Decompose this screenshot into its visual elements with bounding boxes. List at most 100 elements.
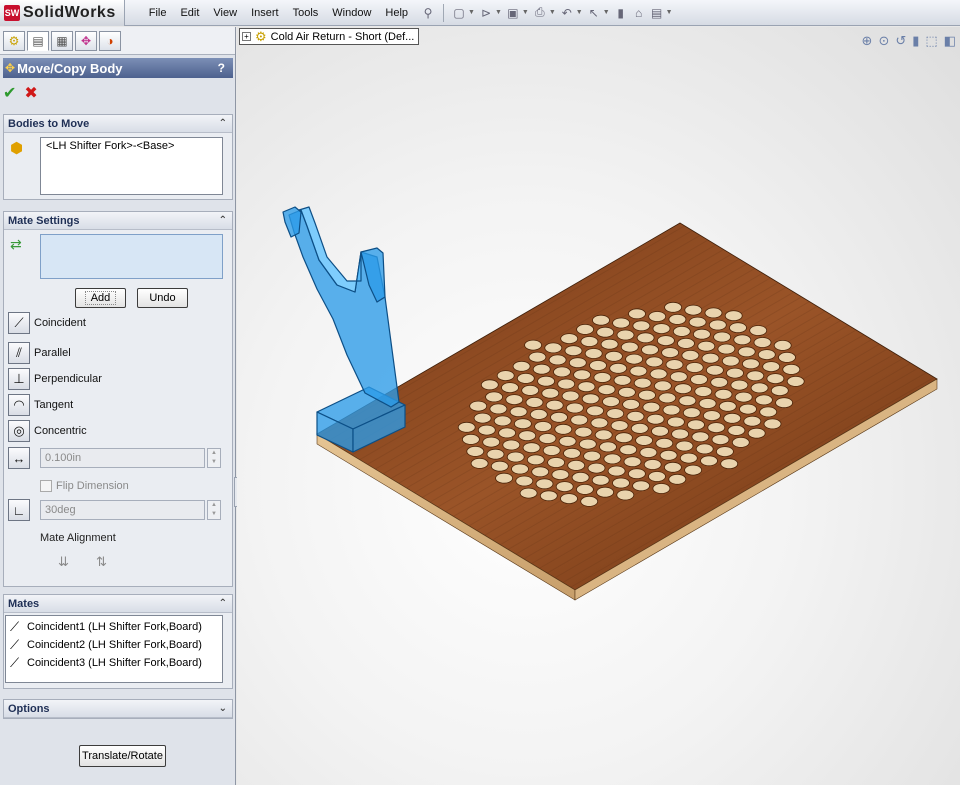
board-hole (681, 349, 700, 361)
angle-input[interactable]: 30deg (40, 500, 205, 520)
mate-selections-box[interactable] (40, 234, 223, 279)
tree-root-label[interactable]: Cold Air Return - Short (Def... (271, 31, 415, 43)
collapse-chevron-icon[interactable]: ⌃ (219, 118, 227, 129)
menu-file[interactable]: File (139, 7, 174, 19)
print-dropdown-arrow[interactable]: ▼ (549, 9, 556, 16)
board-hole (581, 393, 600, 405)
spin-up-icon[interactable]: ▲ (208, 449, 220, 458)
previous-view-icon[interactable]: ↺ (895, 33, 906, 49)
dimxpert-tab[interactable]: ✥ (75, 30, 97, 51)
spin-down-icon[interactable]: ▼ (208, 458, 220, 467)
perpendicular-icon[interactable]: ⊥ (8, 368, 30, 390)
bodies-to-move-header[interactable]: Bodies to Move ⌃ (4, 115, 232, 133)
board-hole (542, 445, 561, 456)
list-item[interactable]: ⟋ Coincident1 (LH Shifter Fork,Board) (10, 618, 218, 636)
board-hole (729, 322, 747, 334)
board-hole (627, 468, 646, 480)
solidworks-logo[interactable]: SW SolidWorks (0, 0, 125, 26)
angle-spinner[interactable]: ▲ ▼ (207, 500, 221, 520)
feature-tree-flyout[interactable]: + ⚙ Cold Air Return - Short (Def... (239, 28, 420, 45)
section-view-icon[interactable]: ▮ (912, 33, 919, 49)
list-item[interactable]: ⟋ Coincident2 (LH Shifter Fork,Board) (10, 636, 218, 654)
help-button[interactable]: ? (218, 61, 225, 75)
distance-input[interactable]: 0.100in (40, 448, 205, 468)
translate-rotate-button[interactable]: Translate/Rotate (79, 745, 166, 767)
graphics-area[interactable]: + ⚙ Cold Air Return - Short (Def... ⊕ ⊙ … (237, 27, 960, 785)
perpendicular-option[interactable]: ⊥ Perpendicular (8, 368, 102, 390)
undo-button[interactable]: Undo (137, 288, 188, 308)
menu-window[interactable]: Window (325, 7, 378, 19)
concentric-icon[interactable]: ◎ (8, 420, 30, 442)
open-icon[interactable]: ⊳ (479, 6, 493, 20)
parallel-icon[interactable]: ⫽ (8, 342, 30, 364)
undo-dropdown-arrow[interactable]: ▼ (576, 9, 583, 16)
angle-icon[interactable]: ∟ (8, 499, 30, 521)
board-hole (568, 357, 587, 369)
zoom-to-fit-icon[interactable]: ⊕ (862, 33, 873, 49)
tangent-icon[interactable]: ◠ (8, 394, 30, 416)
list-item[interactable]: ⟋ Coincident3 (LH Shifter Fork,Board) (10, 654, 218, 672)
new-dropdown-arrow[interactable]: ▼ (468, 9, 475, 16)
flip-dimension-row[interactable]: Flip Dimension (40, 480, 129, 492)
display-style-icon[interactable]: ◧ (944, 33, 956, 49)
view-orientation-icon[interactable]: ⬚ (925, 33, 937, 49)
configuration-manager-tab[interactable]: ▦ (51, 30, 73, 51)
menu-edit[interactable]: Edit (173, 7, 206, 19)
expand-chevron-icon[interactable]: ⌄ (219, 703, 227, 714)
wooden-board[interactable] (316, 222, 938, 601)
concentric-option[interactable]: ◎ Concentric (8, 420, 87, 442)
collapse-chevron-icon[interactable]: ⌃ (219, 215, 227, 226)
bodies-selection-box[interactable]: <LH Shifter Fork>-<Base> (40, 137, 223, 195)
feature-manager-tab[interactable]: ⚙ (3, 30, 25, 51)
cancel-x-icon[interactable]: ✖ (24, 83, 37, 103)
view-dropdown-arrow[interactable]: ▼ (666, 9, 673, 16)
select-icon[interactable]: ↖ (587, 6, 601, 20)
aligned-icon[interactable]: ⇊ (58, 554, 69, 570)
view-icon[interactable]: ▤ (650, 6, 664, 20)
rebuild-icon[interactable]: ▮ (614, 6, 628, 20)
options-header[interactable]: Options ⌄ (4, 700, 232, 718)
board-hole (726, 367, 744, 379)
save-dropdown-arrow[interactable]: ▼ (522, 9, 529, 16)
pin-icon[interactable]: ⚲ (421, 6, 435, 20)
parallel-option[interactable]: ⫽ Parallel (8, 342, 71, 364)
print-icon[interactable]: ⎙ (533, 5, 547, 20)
distance-spinner[interactable]: ▲ ▼ (207, 448, 221, 468)
board-hole (700, 455, 718, 467)
flip-dimension-checkbox[interactable] (40, 480, 52, 492)
menu-insert[interactable]: Insert (244, 7, 286, 19)
feature-manager-icon: ⚙ (8, 33, 20, 48)
board-hole (711, 434, 730, 446)
board-hole (715, 446, 734, 458)
mate-settings-header[interactable]: Mate Settings ⌃ (4, 212, 232, 230)
add-button[interactable]: Add (75, 288, 126, 308)
anti-aligned-icon[interactable]: ⇅ (96, 554, 107, 570)
coincident-option[interactable]: ⟋ Coincident (8, 312, 86, 334)
spin-down-icon[interactable]: ▼ (208, 510, 220, 519)
save-icon[interactable]: ▣ (506, 6, 520, 20)
ok-check-icon[interactable]: ✔ (3, 83, 16, 103)
display-manager-tab[interactable]: ◑ (99, 30, 121, 51)
board-hole (757, 349, 776, 361)
select-dropdown-arrow[interactable]: ▼ (603, 9, 610, 16)
tangent-option[interactable]: ◠ Tangent (8, 394, 73, 416)
coincident-icon[interactable]: ⟋ (8, 312, 30, 334)
open-dropdown-arrow[interactable]: ▼ (495, 9, 502, 16)
menu-view[interactable]: View (206, 7, 244, 19)
menu-help[interactable]: Help (378, 7, 415, 19)
options-icon[interactable]: ⌂ (632, 6, 646, 20)
distance-icon[interactable]: ↔ (8, 447, 30, 469)
undo-icon[interactable]: ↶ (560, 6, 574, 20)
new-document-icon[interactable]: ▢ (452, 6, 466, 20)
mates-header[interactable]: Mates ⌃ (4, 595, 232, 613)
expand-plus-icon[interactable]: + (242, 32, 251, 41)
zoom-area-icon[interactable]: ⊙ (878, 33, 889, 49)
board-hole (695, 443, 714, 455)
mates-list[interactable]: ⟋ Coincident1 (LH Shifter Fork,Board) ⟋ … (5, 615, 223, 683)
collapse-chevron-icon[interactable]: ⌃ (219, 598, 227, 609)
menu-tools[interactable]: Tools (286, 7, 326, 19)
selected-body-item[interactable]: <LH Shifter Fork>-<Base> (46, 140, 174, 152)
lh-shifter-fork-body[interactable] (282, 206, 406, 453)
property-manager-tab[interactable]: ▤ (27, 30, 49, 51)
spin-up-icon[interactable]: ▲ (208, 501, 220, 510)
